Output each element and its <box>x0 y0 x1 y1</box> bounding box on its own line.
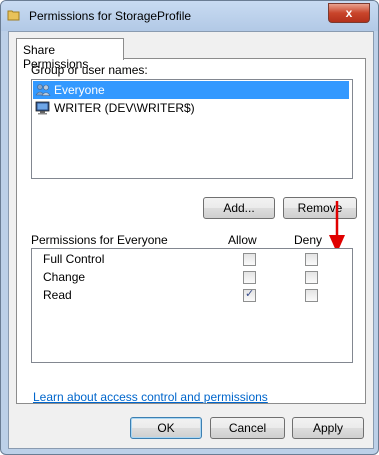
deny-checkbox-read[interactable] <box>305 289 318 302</box>
perm-name: Change <box>43 270 86 284</box>
title-bar: Permissions for StorageProfile x <box>1 1 378 31</box>
ok-button[interactable]: OK <box>130 417 202 439</box>
computer-icon <box>35 101 50 115</box>
tab-share-permissions[interactable]: Share Permissions <box>16 38 124 71</box>
list-item-everyone[interactable]: Everyone <box>33 81 349 99</box>
access-control-help-link[interactable]: Learn about access control and permissio… <box>33 390 268 404</box>
perm-name: Full Control <box>43 252 105 266</box>
close-button[interactable]: x <box>328 3 370 23</box>
group-user-listbox[interactable]: Everyone WRITER (DEV\WRITER$) <box>31 79 353 179</box>
perm-row-change: Change <box>32 268 352 286</box>
cancel-button[interactable]: Cancel <box>210 417 285 439</box>
perm-row-full-control: Full Control <box>32 250 352 268</box>
permissions-list: Full Control Change Read <box>31 248 353 363</box>
folder-icon <box>7 10 20 21</box>
perm-row-read: Read <box>32 286 352 304</box>
users-icon <box>35 84 51 96</box>
deny-checkbox-change[interactable] <box>305 271 318 284</box>
permissions-for-label: Permissions for Everyone <box>31 233 168 247</box>
tab-label: Share Permissions <box>23 43 89 71</box>
window-title: Permissions for StorageProfile <box>29 9 192 23</box>
perm-name: Read <box>43 288 72 302</box>
apply-button[interactable]: Apply <box>292 417 364 439</box>
allow-column-header: Allow <box>228 233 257 247</box>
permissions-window: Permissions for StorageProfile x Share P… <box>0 0 379 455</box>
list-item-label: Everyone <box>54 83 105 97</box>
allow-checkbox-full-control[interactable] <box>243 253 256 266</box>
dialog-client-area: Share Permissions Group or user names: E… <box>8 31 374 449</box>
deny-column-header: Deny <box>294 233 323 247</box>
allow-checkbox-read[interactable] <box>243 287 256 302</box>
red-arrow-annotation <box>329 201 345 253</box>
list-item-label: WRITER (DEV\WRITER$) <box>54 101 195 115</box>
add-button[interactable]: Add... <box>203 197 275 219</box>
allow-checkbox-change[interactable] <box>243 271 256 284</box>
deny-checkbox-full-control[interactable] <box>305 253 318 266</box>
list-item-writer[interactable]: WRITER (DEV\WRITER$) <box>33 99 349 117</box>
